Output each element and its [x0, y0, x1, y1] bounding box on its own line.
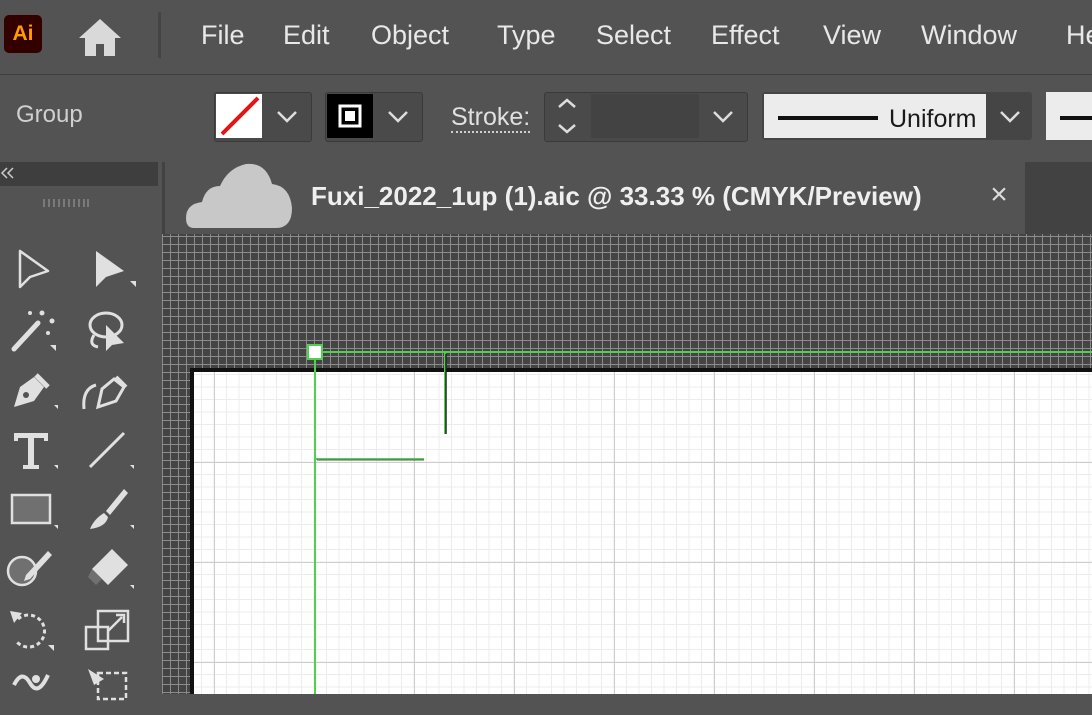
- pen-tool-icon[interactable]: [8, 365, 58, 415]
- rectangle-tool-icon[interactable]: [8, 485, 58, 535]
- close-tab-icon[interactable]: ×: [986, 180, 1012, 210]
- home-icon[interactable]: [76, 16, 124, 58]
- stroke-panel-link[interactable]: Stroke:: [451, 103, 531, 133]
- menu-type[interactable]: Type: [497, 0, 556, 70]
- menu-effect[interactable]: Effect: [711, 0, 780, 70]
- profile-chevron-down-icon[interactable]: [989, 94, 1031, 138]
- menu-window[interactable]: Window: [921, 0, 1017, 70]
- brush-line-preview: [1060, 116, 1092, 120]
- stroke-chevron-down-icon[interactable]: [377, 94, 419, 138]
- direct-selection-tool-icon[interactable]: [88, 245, 138, 295]
- artboard[interactable]: [194, 372, 1092, 694]
- stroke-weight-chevron-down-icon[interactable]: [702, 94, 744, 138]
- collapse-panel-icon[interactable]: [0, 164, 14, 182]
- profile-line-preview: [778, 116, 878, 120]
- paintbrush-tool-icon[interactable]: [84, 485, 134, 535]
- menu-view[interactable]: View: [823, 0, 881, 70]
- rotate-tool-icon[interactable]: [6, 605, 56, 655]
- stroke-swatch-icon[interactable]: [327, 94, 373, 138]
- selection-tool-icon[interactable]: [8, 245, 58, 295]
- warp-tool-icon[interactable]: [8, 665, 58, 715]
- magic-wand-tool-icon[interactable]: [8, 305, 58, 355]
- document-tab-title[interactable]: Fuxi_2022_1up (1).aic @ 33.33 % (CMYK/Pr…: [311, 181, 922, 212]
- menu-select[interactable]: Select: [596, 0, 671, 70]
- menu-help[interactable]: He: [1066, 0, 1092, 70]
- type-tool-icon[interactable]: [8, 425, 58, 475]
- panel-grip-icon[interactable]: [42, 199, 90, 207]
- eraser-tool-icon[interactable]: [84, 545, 134, 595]
- menu-edit[interactable]: Edit: [283, 0, 330, 70]
- fill-none-swatch-icon[interactable]: [216, 94, 262, 138]
- curvature-tool-icon[interactable]: [80, 365, 130, 415]
- menu-separator: [158, 12, 161, 58]
- menu-object[interactable]: Object: [371, 0, 449, 70]
- scale-tool-icon[interactable]: [84, 605, 134, 655]
- profile-label: Uniform: [889, 105, 977, 133]
- shaper-tool-icon[interactable]: [4, 545, 54, 595]
- stroke-weight-input[interactable]: [591, 94, 699, 138]
- menu-file[interactable]: File: [201, 0, 245, 70]
- fill-chevron-down-icon[interactable]: [266, 94, 308, 138]
- cloud-document-icon: [186, 163, 292, 228]
- tools-panel-header: [0, 162, 158, 186]
- stroke-weight-stepper-icon[interactable]: [546, 94, 588, 138]
- line-segment-tool-icon[interactable]: [84, 425, 134, 475]
- selection-type-label: Group: [16, 101, 83, 128]
- lasso-tool-icon[interactable]: [84, 305, 134, 355]
- free-transform-tool-icon[interactable]: [84, 665, 134, 715]
- illustrator-logo: Ai: [4, 15, 42, 53]
